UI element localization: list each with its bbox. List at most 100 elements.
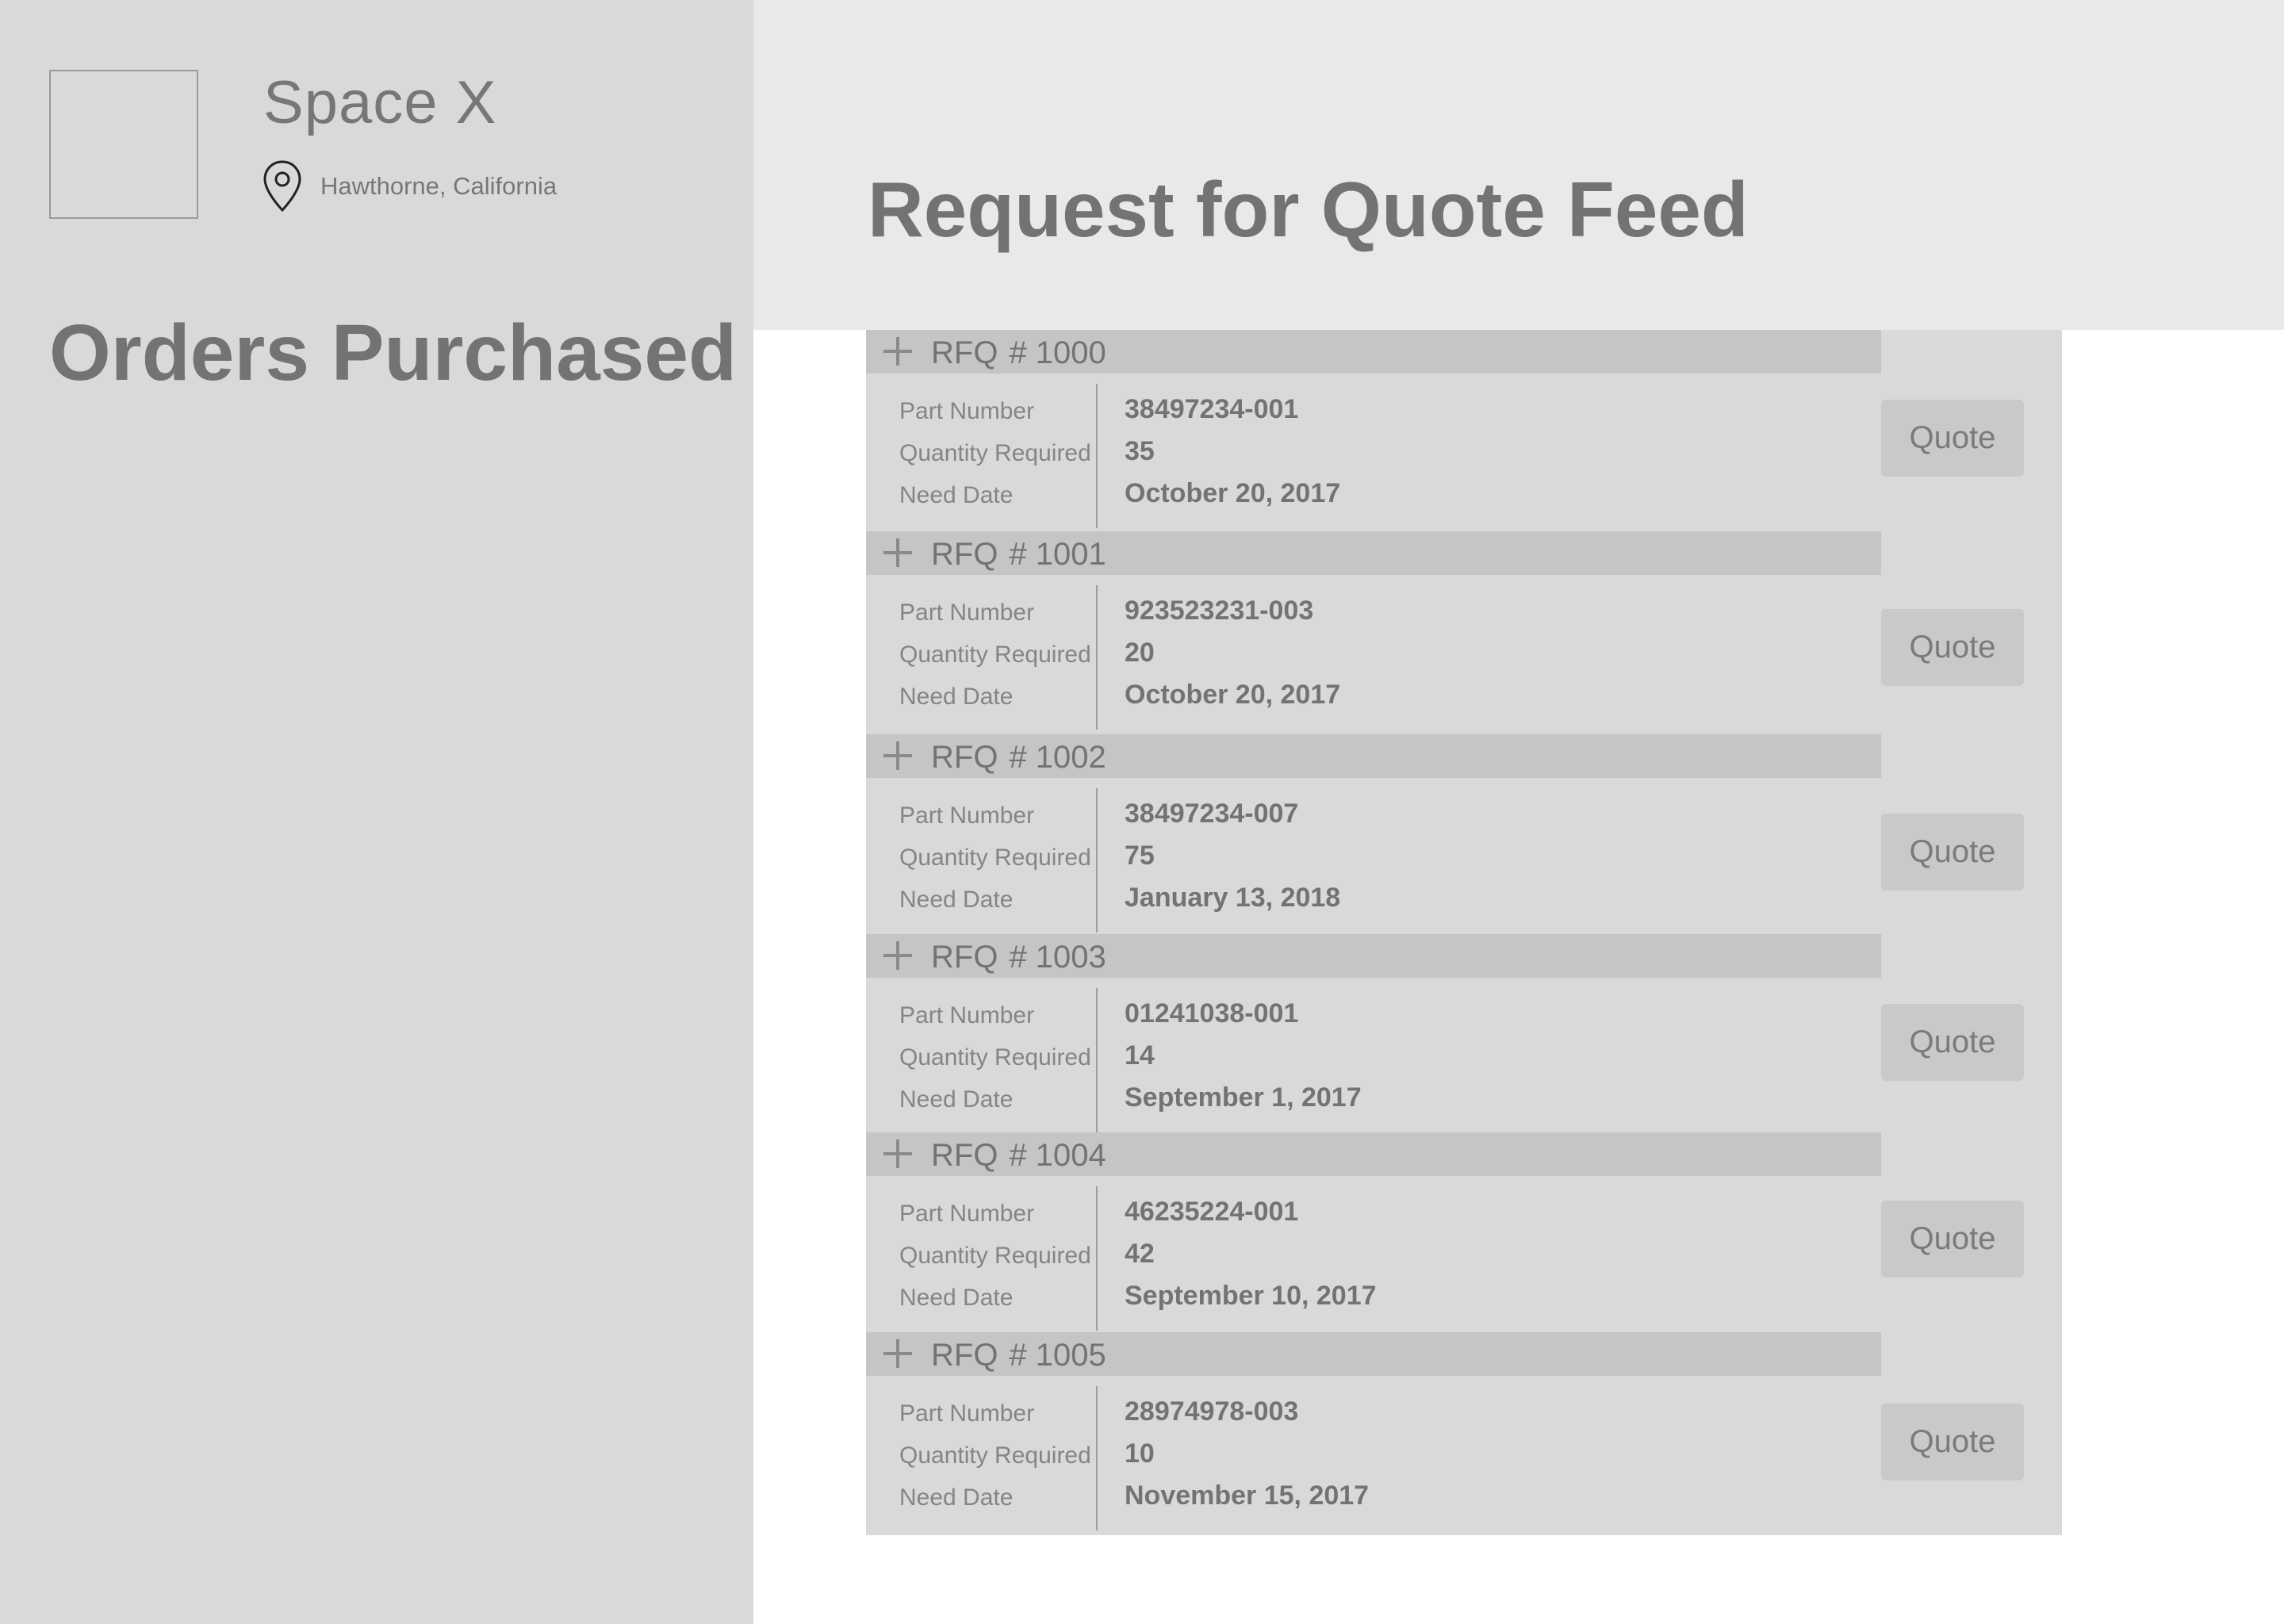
rfq-prefix: RFQ [931, 537, 998, 572]
expand-plus-icon[interactable] [882, 940, 914, 971]
rfq-field-labels: Part Number Quantity Required Need Date [899, 592, 1091, 718]
expand-plus-icon[interactable] [882, 335, 914, 367]
part-number-label: Part Number [899, 802, 1035, 829]
part-number-value: 923523231-003 [1125, 596, 1314, 626]
rfq-header[interactable]: RFQ # 1002 [866, 734, 1881, 778]
part-number-value: 28974978-003 [1125, 1396, 1299, 1427]
expand-plus-icon[interactable] [882, 740, 914, 772]
field-divider [1096, 1186, 1098, 1331]
rfq-number: # 1000 [1009, 335, 1106, 370]
need-date-label: Need Date [899, 1086, 1014, 1113]
rfq-field-values: 38497234-007 75 January 13, 2018 [1125, 793, 1340, 919]
rfq-number: # 1002 [1009, 740, 1106, 775]
rfq-title: RFQ # 1001 [931, 537, 1106, 572]
rfq-field-values: 38497234-001 35 October 20, 2017 [1125, 389, 1340, 515]
rfq-header[interactable]: RFQ # 1005 [866, 1332, 1881, 1376]
need-date-value: September 10, 2017 [1125, 1281, 1377, 1311]
need-date-value: October 20, 2017 [1125, 478, 1341, 508]
quantity-required-label: Quantity Required [899, 845, 1091, 871]
rfq-title: RFQ # 1005 [931, 1338, 1106, 1373]
field-divider [1096, 988, 1098, 1132]
field-divider [1096, 384, 1098, 528]
rfq-number: # 1005 [1009, 1338, 1106, 1373]
quantity-required-label: Quantity Required [899, 1044, 1091, 1071]
quantity-value: 35 [1125, 436, 1155, 466]
expand-plus-icon[interactable] [882, 537, 914, 569]
sidebar: Space X Hawthorne, California Orders Pur… [0, 0, 753, 1624]
rfq-number: # 1004 [1009, 1138, 1106, 1173]
rfq-title: RFQ # 1004 [931, 1138, 1106, 1173]
quote-button[interactable]: Quote [1881, 1404, 2024, 1480]
rfq-field-labels: Part Number Quantity Required Need Date [899, 1392, 1091, 1519]
rfq-field-labels: Part Number Quantity Required Need Date [899, 795, 1091, 921]
need-date-label: Need Date [899, 1285, 1014, 1311]
part-number-value: 38497234-001 [1125, 394, 1299, 424]
company-logo-placeholder [49, 70, 198, 219]
rfq-header[interactable]: RFQ # 1000 [866, 330, 1881, 373]
part-number-label: Part Number [899, 599, 1035, 626]
rfq-field-values: 923523231-003 20 October 20, 2017 [1125, 590, 1340, 716]
rfq-header[interactable]: RFQ # 1003 [866, 934, 1881, 978]
part-number-label: Part Number [899, 1002, 1035, 1028]
part-number-value: 46235224-001 [1125, 1197, 1299, 1227]
rfq-field-values: 46235224-001 42 September 10, 2017 [1125, 1191, 1377, 1317]
need-date-value: September 1, 2017 [1125, 1082, 1362, 1113]
rfq-header[interactable]: RFQ # 1001 [866, 531, 1881, 575]
quantity-required-label: Quantity Required [899, 1442, 1091, 1469]
company-location: Hawthorne, California [262, 159, 557, 214]
quantity-value: 14 [1125, 1040, 1155, 1071]
need-date-label: Need Date [899, 1484, 1014, 1511]
field-divider [1096, 585, 1098, 730]
quantity-value: 20 [1125, 638, 1155, 668]
page-title: Request for Quote Feed [868, 166, 1749, 253]
quantity-required-label: Quantity Required [899, 1243, 1091, 1269]
rfq-field-labels: Part Number Quantity Required Need Date [899, 390, 1091, 516]
expand-plus-icon[interactable] [882, 1138, 914, 1170]
rfq-field-labels: Part Number Quantity Required Need Date [899, 994, 1091, 1120]
need-date-value: November 15, 2017 [1125, 1480, 1370, 1511]
part-number-label: Part Number [899, 1201, 1035, 1227]
part-number-value: 38497234-007 [1125, 799, 1299, 829]
need-date-value: January 13, 2018 [1125, 883, 1341, 913]
quote-button[interactable]: Quote [1881, 400, 2024, 477]
rfq-prefix: RFQ [931, 740, 998, 775]
rfq-field-values: 28974978-003 10 November 15, 2017 [1125, 1391, 1369, 1517]
rfq-field-values: 01241038-001 14 September 1, 2017 [1125, 993, 1362, 1119]
quantity-value: 42 [1125, 1239, 1155, 1269]
main-header: Request for Quote Feed [753, 0, 2284, 330]
part-number-label: Part Number [899, 398, 1035, 424]
rfq-title: RFQ # 1002 [931, 740, 1106, 775]
company-name: Space X [263, 69, 497, 136]
need-date-value: October 20, 2017 [1125, 680, 1341, 710]
rfq-title: RFQ # 1000 [931, 335, 1106, 370]
quote-button[interactable]: Quote [1881, 814, 2024, 891]
location-text: Hawthorne, California [320, 172, 558, 200]
rfq-header[interactable]: RFQ # 1004 [866, 1132, 1881, 1176]
quantity-value: 10 [1125, 1438, 1155, 1469]
quote-button[interactable]: Quote [1881, 609, 2024, 686]
orders-purchased-heading: Orders Purchased [49, 308, 738, 397]
rfq-prefix: RFQ [931, 1338, 998, 1373]
need-date-label: Need Date [899, 482, 1014, 508]
rfq-number: # 1003 [1009, 940, 1106, 975]
rfq-prefix: RFQ [931, 335, 998, 370]
part-number-value: 01241038-001 [1125, 998, 1299, 1028]
rfq-title: RFQ # 1003 [931, 940, 1106, 975]
page: Space X Hawthorne, California Orders Pur… [0, 0, 2284, 1624]
location-pin-icon [262, 159, 303, 213]
rfq-number: # 1001 [1009, 537, 1106, 572]
part-number-label: Part Number [899, 1400, 1035, 1427]
quote-button[interactable]: Quote [1881, 1004, 2024, 1081]
quote-button[interactable]: Quote [1881, 1201, 2024, 1277]
rfq-field-labels: Part Number Quantity Required Need Date [899, 1193, 1091, 1319]
quantity-required-label: Quantity Required [899, 440, 1091, 466]
need-date-label: Need Date [899, 684, 1014, 710]
quantity-value: 75 [1125, 841, 1155, 871]
need-date-label: Need Date [899, 887, 1014, 913]
rfq-prefix: RFQ [931, 940, 998, 975]
field-divider [1096, 788, 1098, 933]
expand-plus-icon[interactable] [882, 1338, 914, 1369]
field-divider [1096, 1386, 1098, 1530]
rfq-prefix: RFQ [931, 1138, 998, 1173]
quantity-required-label: Quantity Required [899, 642, 1091, 668]
